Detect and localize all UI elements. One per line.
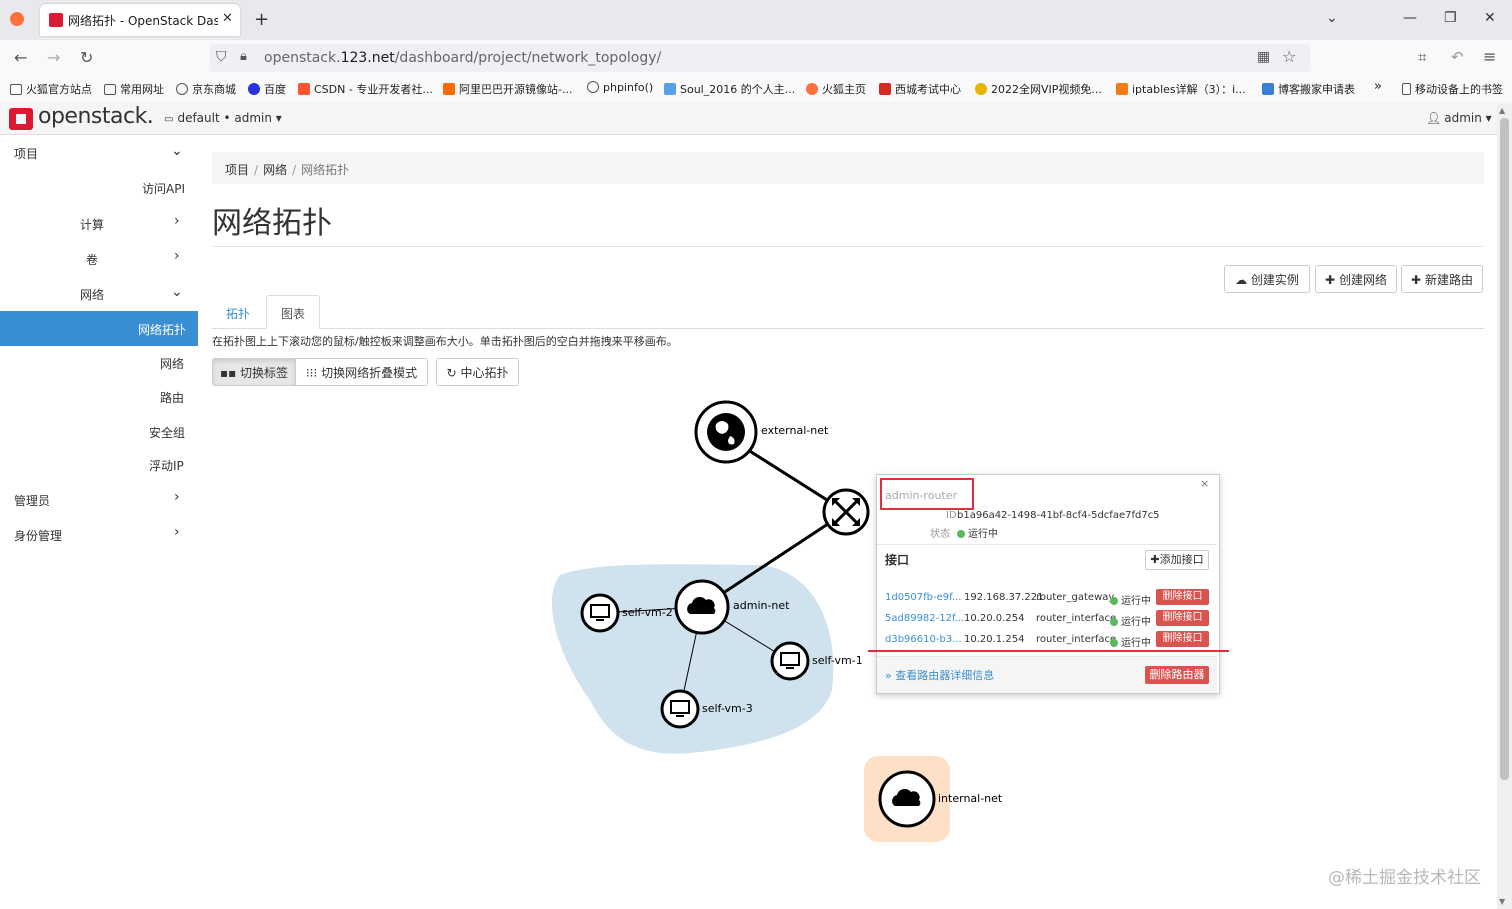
external-net-node[interactable] xyxy=(694,400,758,464)
external-net-label: external-net xyxy=(761,424,829,437)
self-vm-2-label: self-vm-2 xyxy=(622,606,673,619)
interface-type: router_gateway xyxy=(1036,592,1115,603)
delete-router-button[interactable]: 删除路由器 xyxy=(1145,666,1209,684)
interface-id-link[interactable]: 1d0507fb-e9f... xyxy=(885,592,961,603)
scrollbar-thumb[interactable] xyxy=(1500,118,1509,780)
status-dot-icon xyxy=(1110,639,1118,647)
interface-ip: 192.168.37.221 xyxy=(964,592,1044,603)
interface-type: router_interface xyxy=(1036,634,1117,645)
interface-status: 运行中 xyxy=(1110,613,1151,628)
topology-canvas[interactable] xyxy=(0,0,1512,909)
interface-status: 运行中 xyxy=(1110,634,1151,649)
delete-interface-button[interactable]: 删除接口 xyxy=(1156,589,1209,605)
status-dot-icon xyxy=(1110,597,1118,605)
scroll-down-icon[interactable]: ▼ xyxy=(1499,897,1505,906)
delete-interface-button[interactable]: 删除接口 xyxy=(1156,610,1209,626)
self-vm-3-node[interactable] xyxy=(660,689,700,729)
annotation-red-line xyxy=(868,650,1229,652)
status-dot-icon xyxy=(957,530,965,538)
router-status: 运行中 xyxy=(957,525,998,540)
plus-icon: ✚ xyxy=(1150,553,1160,566)
view-router-details-link[interactable]: » 查看路由器详细信息 xyxy=(885,667,994,683)
watermark: @稀土掘金技术社区 xyxy=(1328,868,1481,888)
router-id: b1a96a42-1498-41bf-8cf4-5dcfae7fd7c5 xyxy=(957,510,1160,521)
interface-ip: 10.20.1.254 xyxy=(964,634,1025,645)
scroll-up-icon[interactable]: ▲ xyxy=(1499,106,1505,115)
add-interface-button[interactable]: ✚添加接口 xyxy=(1145,550,1209,570)
delete-interface-button[interactable]: 删除接口 xyxy=(1156,631,1209,647)
status-dot-icon xyxy=(1110,618,1118,626)
router-name: admin-router xyxy=(885,489,958,502)
self-vm-1-node[interactable] xyxy=(770,641,810,681)
divider xyxy=(877,544,1217,545)
self-vm-2-node[interactable] xyxy=(580,593,620,633)
internal-net-label: internal-net xyxy=(938,792,1003,805)
admin-net-label: admin-net xyxy=(733,599,790,612)
self-vm-1-label: self-vm-1 xyxy=(812,654,863,667)
interface-id-link[interactable]: d3b96610-b3... xyxy=(885,634,962,645)
id-label: ID xyxy=(946,510,957,521)
interfaces-title: 接口 xyxy=(885,553,910,567)
interface-ip: 10.20.0.254 xyxy=(964,613,1025,624)
close-icon[interactable]: × xyxy=(1200,477,1209,490)
interface-type: router_interface xyxy=(1036,613,1117,624)
internal-net-node[interactable] xyxy=(878,770,936,828)
status-label: 状态 xyxy=(930,529,950,540)
interface-status: 运行中 xyxy=(1110,592,1151,607)
admin-net-node[interactable] xyxy=(674,579,730,635)
interface-id-link[interactable]: 5ad89982-12f... xyxy=(885,613,964,624)
router-node[interactable] xyxy=(822,488,870,536)
self-vm-3-label: self-vm-3 xyxy=(702,702,753,715)
